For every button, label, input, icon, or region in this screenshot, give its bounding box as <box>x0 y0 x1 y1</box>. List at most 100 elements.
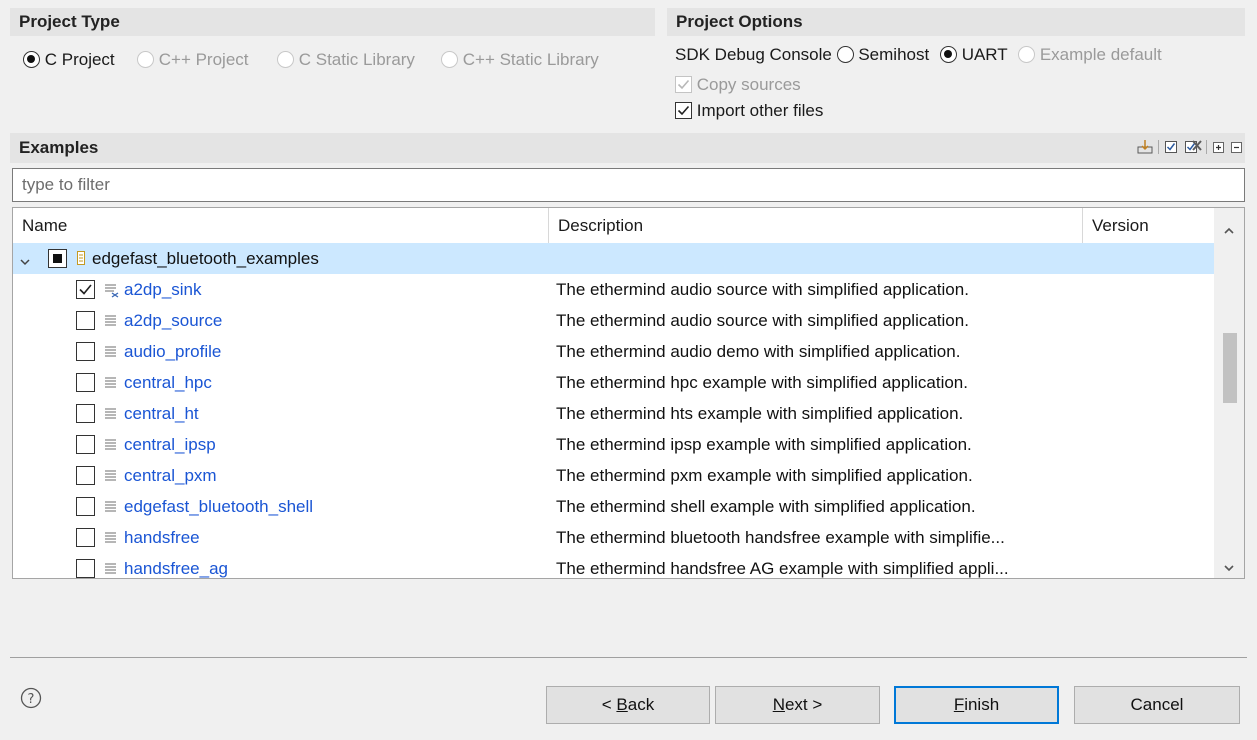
chevron-down-icon[interactable] <box>19 253 31 273</box>
tree-group-row[interactable]: edgefast_bluetooth_examples <box>13 243 1216 274</box>
radio-cpp-static-library[interactable]: C++ Static Library <box>441 50 599 70</box>
group-tristate-checkbox[interactable] <box>48 249 67 268</box>
example-description: The ethermind audio demo with simplified… <box>556 342 961 361</box>
column-header-name-label: Name <box>22 216 68 235</box>
vertical-scrollbar[interactable] <box>1214 208 1244 578</box>
row-checkbox[interactable] <box>76 466 95 485</box>
finish-button-mnemonic: F <box>953 695 965 714</box>
row-checkbox[interactable] <box>76 497 95 516</box>
example-description: The ethermind ipsp example with simplifi… <box>556 435 972 454</box>
example-file-icon <box>104 406 118 420</box>
examples-toolbar <box>1136 138 1246 156</box>
radio-c-project-label: C Project <box>44 50 115 69</box>
copy-sources-box[interactable] <box>675 76 692 93</box>
table-row[interactable]: audio_profile The ethermind audio demo w… <box>13 336 1216 367</box>
row-checkbox[interactable] <box>76 435 95 454</box>
toolbar-separator-1 <box>1158 140 1159 154</box>
radio-uart-label: UART <box>961 45 1008 64</box>
help-icon[interactable]: ? <box>20 687 42 714</box>
next-button[interactable]: Next > <box>715 686 880 724</box>
import-icon[interactable] <box>1136 138 1154 161</box>
row-checkbox[interactable] <box>76 528 95 547</box>
finish-button[interactable]: Finish <box>894 686 1059 724</box>
column-header-name[interactable]: Name <box>13 208 548 243</box>
table-row[interactable]: central_ht The ethermind hts example wit… <box>13 398 1216 429</box>
example-description: The ethermind pxm example with simplifie… <box>556 466 973 485</box>
cancel-button[interactable]: Cancel <box>1074 686 1240 724</box>
table-row[interactable]: central_pxm The ethermind pxm example wi… <box>13 460 1216 491</box>
examples-table: Name Description Version edgefast_blueto… <box>12 207 1245 579</box>
table-row[interactable]: central_hpc The ethermind hpc example wi… <box>13 367 1216 398</box>
column-header-description-label: Description <box>558 216 644 235</box>
toolbar-separator-2 <box>1206 140 1207 154</box>
example-name-link[interactable]: central_ipsp <box>124 429 216 460</box>
radio-uart[interactable]: UART <box>939 45 1012 64</box>
radio-example-default-indicator[interactable] <box>1018 46 1036 63</box>
scroll-up-icon[interactable] <box>1223 221 1235 241</box>
radio-c-static-library-indicator[interactable] <box>277 51 294 68</box>
filter-input[interactable]: type to filter <box>12 168 1245 202</box>
column-header-description[interactable]: Description <box>549 208 1082 243</box>
collapse-all-icon[interactable] <box>1229 138 1245 161</box>
example-file-icon <box>104 561 118 575</box>
example-description: The ethermind bluetooth handsfree exampl… <box>556 528 1005 547</box>
radio-semihost-indicator[interactable] <box>836 46 854 63</box>
table-row[interactable]: edgefast_bluetooth_shell The ethermind s… <box>13 491 1216 522</box>
project-type-title: Project Type <box>19 12 120 31</box>
filter-placeholder: type to filter <box>22 175 110 194</box>
row-checkbox[interactable] <box>76 280 95 299</box>
radio-cpp-project-indicator[interactable] <box>137 51 154 68</box>
row-checkbox[interactable] <box>76 342 95 361</box>
row-checkbox[interactable] <box>76 373 95 392</box>
radio-semihost[interactable]: Semihost <box>836 45 934 64</box>
back-button-mnemonic: B <box>616 695 628 714</box>
example-file-icon <box>104 499 118 513</box>
import-other-files-label: Import other files <box>696 101 824 120</box>
table-row[interactable]: a2dp_source The ethermind audio source w… <box>13 305 1216 336</box>
radio-c-static-library[interactable]: C Static Library <box>277 50 415 70</box>
radio-c-project-indicator[interactable] <box>23 51 40 68</box>
import-other-files-checkbox[interactable]: Import other files <box>675 101 823 121</box>
next-button-mnemonic: N <box>772 695 785 714</box>
scrollbar-thumb[interactable] <box>1223 333 1237 403</box>
import-other-files-box[interactable] <box>675 102 692 119</box>
radio-cpp-static-library-indicator[interactable] <box>441 51 458 68</box>
example-file-icon <box>104 437 118 451</box>
example-name-link[interactable]: central_hpc <box>124 367 212 398</box>
radio-c-project[interactable]: C Project <box>23 50 115 70</box>
example-name-link[interactable]: central_pxm <box>124 460 217 491</box>
example-file-icon <box>104 530 118 544</box>
radio-uart-indicator[interactable] <box>939 46 957 63</box>
radio-cpp-static-library-label: C++ Static Library <box>462 50 599 69</box>
examples-title: Examples <box>19 138 99 157</box>
check-all-icon[interactable] <box>1164 138 1180 161</box>
example-file-icon <box>104 375 118 389</box>
example-name-link[interactable]: a2dp_sink <box>124 274 202 305</box>
copy-sources-checkbox[interactable]: Copy sources <box>675 75 801 95</box>
example-description: The ethermind shell example with simplif… <box>556 497 976 516</box>
row-checkbox[interactable] <box>76 559 95 578</box>
row-checkbox[interactable] <box>76 311 95 330</box>
expand-all-icon[interactable] <box>1211 138 1227 161</box>
table-row[interactable]: handsfree The ethermind bluetooth handsf… <box>13 522 1216 553</box>
radio-cpp-project[interactable]: C++ Project <box>137 50 249 70</box>
example-description: The ethermind audio source with simplifi… <box>556 280 969 299</box>
example-name-link[interactable]: central_ht <box>124 398 199 429</box>
project-type-header: Project Type <box>10 8 655 36</box>
example-description: The ethermind hpc example with simplifie… <box>556 373 968 392</box>
example-name-link[interactable]: audio_profile <box>124 336 221 367</box>
row-checkbox[interactable] <box>76 404 95 423</box>
example-name-link[interactable]: handsfree <box>124 522 200 553</box>
example-name-link[interactable]: edgefast_bluetooth_shell <box>124 491 313 522</box>
table-row[interactable]: central_ipsp The ethermind ipsp example … <box>13 429 1216 460</box>
sdk-debug-console-row: SDK Debug Console Semihost UART Example … <box>675 45 1162 65</box>
example-name-link[interactable]: a2dp_source <box>124 305 222 336</box>
table-row[interactable]: handsfree_ag The ethermind handsfree AG … <box>13 553 1216 578</box>
back-button[interactable]: < Back <box>546 686 710 724</box>
example-name-link[interactable]: handsfree_ag <box>124 553 228 578</box>
uncheck-all-icon[interactable] <box>1184 138 1202 161</box>
table-row[interactable]: a2dp_sink The ethermind audio source wit… <box>13 274 1216 305</box>
column-header-version[interactable]: Version <box>1083 208 1216 243</box>
radio-example-default[interactable]: Example default <box>1018 45 1162 64</box>
scroll-down-icon[interactable] <box>1223 558 1235 578</box>
